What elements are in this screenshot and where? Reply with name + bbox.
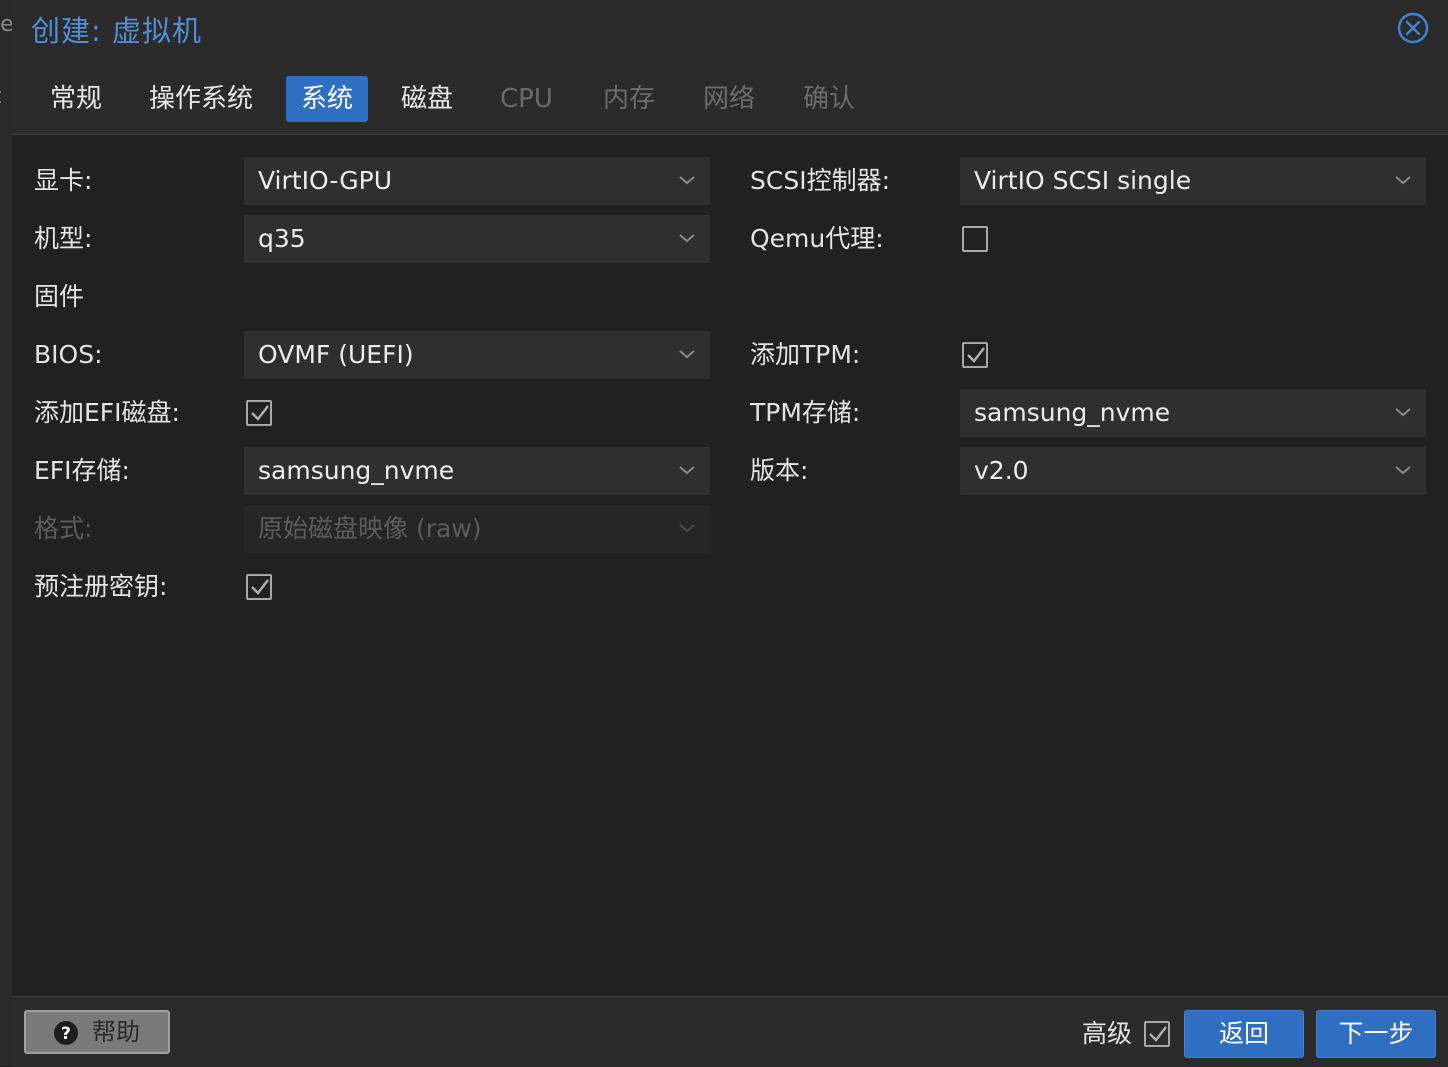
back-button[interactable]: 返回 bbox=[1184, 1010, 1304, 1058]
pre-enrolled-keys-label: 预注册密钥: bbox=[34, 572, 168, 601]
format-select: 原始磁盘映像 (raw) bbox=[244, 505, 710, 553]
bios-value: OVMF (UEFI) bbox=[258, 340, 414, 369]
add-tpm-checkbox[interactable] bbox=[962, 342, 988, 368]
tab-os[interactable]: 操作系统 bbox=[134, 76, 268, 122]
help-button[interactable]: ? 帮助 bbox=[24, 1010, 170, 1054]
efi-storage-select[interactable]: samsung_nvme bbox=[244, 447, 710, 495]
advanced-label: 高级 bbox=[1082, 1019, 1133, 1048]
background-text-fragment: ıe bbox=[0, 12, 12, 37]
tab-system[interactable]: 系统 bbox=[286, 76, 369, 122]
tab-disks[interactable]: 磁盘 bbox=[386, 76, 468, 122]
tab-confirm: 确认 bbox=[803, 84, 856, 114]
graphics-card-value: VirtIO-GPU bbox=[258, 166, 393, 195]
tpm-storage-label: TPM存储: bbox=[750, 398, 861, 427]
tab-general[interactable]: 常规 bbox=[35, 76, 117, 122]
add-tpm-label: 添加TPM: bbox=[750, 340, 861, 369]
tpm-version-value: v2.0 bbox=[974, 456, 1029, 485]
chevron-down-icon bbox=[679, 466, 695, 475]
chevron-down-icon bbox=[679, 176, 695, 185]
background-text-fragment: ɪ bbox=[0, 84, 2, 109]
scsi-controller-label: SCSI控制器: bbox=[750, 166, 890, 195]
format-value: 原始磁盘映像 (raw) bbox=[258, 514, 482, 543]
chevron-down-icon bbox=[679, 350, 695, 359]
chevron-down-icon bbox=[1395, 466, 1411, 475]
dialog-footer: ? 帮助 高级 返回 下一步 bbox=[12, 996, 1448, 1067]
tpm-storage-select[interactable]: samsung_nvme bbox=[960, 389, 1426, 437]
checkmark-icon bbox=[251, 405, 269, 421]
dialog-title: 创建: 虚拟机 bbox=[31, 14, 202, 48]
machine-type-select[interactable]: q35 bbox=[244, 215, 710, 263]
graphics-card-select[interactable]: VirtIO-GPU bbox=[244, 157, 710, 205]
add-efi-disk-label: 添加EFI磁盘: bbox=[34, 398, 180, 427]
qemu-agent-label: Qemu代理: bbox=[750, 224, 884, 253]
dialog-titlebar: 创建: 虚拟机 bbox=[12, 0, 1448, 56]
next-button[interactable]: 下一步 bbox=[1316, 1010, 1436, 1058]
chevron-down-icon bbox=[1395, 176, 1411, 185]
question-circle-icon: ? bbox=[54, 1021, 78, 1045]
scsi-controller-value: VirtIO SCSI single bbox=[974, 166, 1192, 195]
wizard-tabbar: 常规 操作系统 系统 磁盘 CPU 内存 网络 确认 bbox=[12, 56, 1448, 135]
help-button-label: 帮助 bbox=[92, 1018, 140, 1046]
scsi-controller-select[interactable]: VirtIO SCSI single bbox=[960, 157, 1426, 205]
tab-network: 网络 bbox=[703, 84, 756, 114]
checkmark-icon bbox=[251, 579, 269, 595]
svg-text:?: ? bbox=[61, 1024, 71, 1044]
machine-type-label: 机型: bbox=[34, 224, 93, 253]
background-window-edge: ıe ɪ bbox=[0, 0, 12, 1066]
bios-select[interactable]: OVMF (UEFI) bbox=[244, 331, 710, 379]
checkmark-icon bbox=[1149, 1026, 1167, 1042]
checkmark-icon bbox=[967, 347, 985, 363]
efi-storage-value: samsung_nvme bbox=[258, 456, 455, 485]
firmware-heading: 固件 bbox=[34, 282, 85, 311]
system-settings-panel: 显卡: VirtIO-GPU 机型: q35 固件 BIOS: OVMF (UE… bbox=[12, 135, 1448, 996]
machine-type-value: q35 bbox=[258, 224, 306, 253]
chevron-down-icon bbox=[679, 524, 695, 533]
efi-storage-label: EFI存储: bbox=[34, 456, 130, 485]
chevron-down-icon bbox=[1395, 408, 1411, 417]
advanced-checkbox[interactable] bbox=[1144, 1021, 1170, 1047]
graphics-card-label: 显卡: bbox=[34, 166, 93, 195]
tpm-storage-value: samsung_nvme bbox=[974, 398, 1171, 427]
tab-cpu: CPU bbox=[500, 84, 553, 114]
chevron-down-icon bbox=[679, 234, 695, 243]
add-efi-disk-checkbox[interactable] bbox=[246, 400, 272, 426]
tpm-version-label: 版本: bbox=[750, 456, 809, 485]
close-button[interactable] bbox=[1397, 12, 1429, 44]
create-vm-dialog: 创建: 虚拟机 常规 操作系统 系统 磁盘 CPU 内存 网络 确认 显卡: V… bbox=[12, 0, 1448, 1067]
tpm-version-select[interactable]: v2.0 bbox=[960, 447, 1426, 495]
pre-enrolled-keys-checkbox[interactable] bbox=[246, 574, 272, 600]
qemu-agent-checkbox[interactable] bbox=[962, 226, 988, 252]
bios-label: BIOS: bbox=[34, 340, 103, 369]
format-label: 格式: bbox=[34, 514, 93, 543]
tab-memory: 内存 bbox=[603, 84, 656, 114]
close-icon bbox=[1397, 12, 1429, 44]
